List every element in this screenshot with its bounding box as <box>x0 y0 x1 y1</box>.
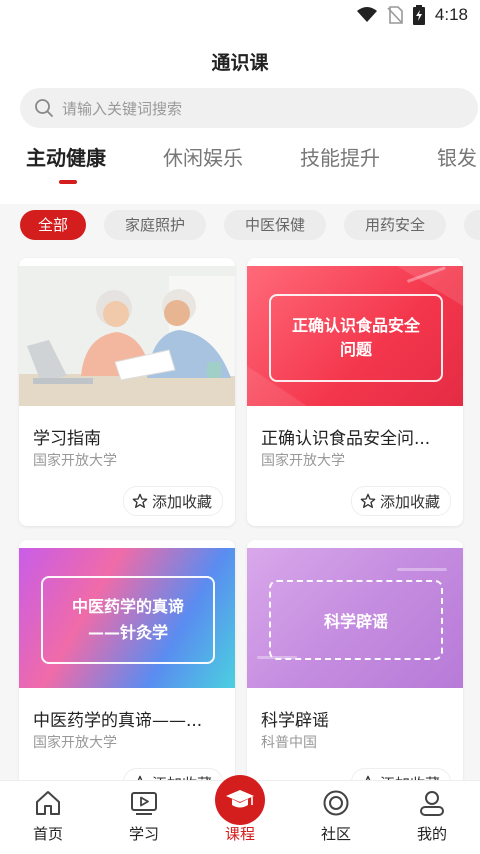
video-icon <box>131 792 157 815</box>
nav-home[interactable]: 首页 <box>0 781 96 854</box>
course-provider: 国家开放大学 <box>33 453 117 469</box>
nav-label: 我的 <box>416 825 447 843</box>
no-sim-icon <box>387 6 403 24</box>
home-icon <box>36 791 60 815</box>
course-card[interactable]: 中医药学的真谛 ——针灸学 中医药学的真谛——... 国家开放大学 添加收藏 <box>19 540 235 808</box>
thumb-title-frame: 中医药学的真谛 ——针灸学 <box>41 576 215 664</box>
thumb-title: 中医药学的真谛 ——针灸学 <box>71 597 184 642</box>
tab-leisure[interactable]: 休闲娱乐 <box>163 142 243 171</box>
search-placeholder: 请输入关键词搜索 <box>62 99 183 118</box>
add-favorite-button[interactable]: 添加收藏 <box>350 486 451 516</box>
course-provider: 国家开放大学 <box>33 735 117 751</box>
tab-indicator <box>59 180 77 184</box>
nav-label: 学习 <box>128 825 159 843</box>
course-card[interactable]: 正确认识食品安全 问题 正确认识食品安全问... 国家开放大学 添加收藏 <box>247 258 463 526</box>
star-icon <box>360 493 376 508</box>
battery-charging-icon <box>412 5 425 25</box>
nav-label: 课程 <box>224 825 255 843</box>
nav-profile[interactable]: 我的 <box>384 781 480 854</box>
thumb-title: 科学辟谣 <box>323 612 388 631</box>
course-title: 正确认识食品安全问... <box>261 429 431 449</box>
chip-all[interactable]: 全部 <box>20 210 86 240</box>
nav-label: 首页 <box>32 825 63 843</box>
nav-study[interactable]: 学习 <box>96 781 192 854</box>
chip-tcm[interactable]: 中医保健 <box>224 210 326 240</box>
course-provider: 国家开放大学 <box>261 453 345 469</box>
search-icon <box>35 99 53 117</box>
course-title: 科学辟谣 <box>261 711 329 731</box>
nav-label: 社区 <box>320 825 351 843</box>
chip-medication-safety[interactable]: 用药安全 <box>344 210 446 240</box>
header: 通识课 请输入关键词搜索 主动健康 休闲娱乐 技能提升 银发 <box>0 32 480 204</box>
graduation-cap-icon <box>226 790 254 808</box>
clock: 4:18 <box>434 5 468 24</box>
community-icon <box>323 790 349 816</box>
chip-home-care[interactable]: 家庭照护 <box>104 210 206 240</box>
thumb-title-frame: 科学辟谣 <box>269 580 443 660</box>
search-input[interactable]: 请输入关键词搜索 <box>20 88 478 128</box>
category-tabs: 主动健康 休闲娱乐 技能提升 银发 <box>0 142 480 194</box>
chip-more[interactable] <box>464 210 480 240</box>
status-bar: 4:18 <box>0 0 480 32</box>
page-title: 通识课 <box>211 52 269 74</box>
course-provider: 科普中国 <box>261 735 317 751</box>
tab-active-health[interactable]: 主动健康 <box>26 142 106 171</box>
course-thumbnail: 科学辟谣 <box>247 548 463 688</box>
course-thumbnail: 正确认识食品安全 问题 <box>247 266 463 406</box>
tab-silver[interactable]: 银发 <box>437 142 477 171</box>
star-icon <box>132 493 148 508</box>
course-title: 学习指南 <box>33 429 101 449</box>
tab-skills[interactable]: 技能提升 <box>300 142 380 171</box>
course-thumbnail <box>19 266 235 406</box>
course-card[interactable]: 学习指南 国家开放大学 添加收藏 <box>19 258 235 526</box>
filter-chips: 全部 家庭照护 中医保健 用药安全 <box>0 204 480 244</box>
nav-courses[interactable]: 课程 <box>192 775 288 854</box>
course-title: 中医药学的真谛——... <box>33 711 203 731</box>
course-card[interactable]: 科学辟谣 科学辟谣 科普中国 添加收藏 <box>247 540 463 808</box>
thumb-title-frame: 正确认识食品安全 问题 <box>269 294 443 382</box>
favorite-label: 添加收藏 <box>151 492 212 511</box>
bottom-nav: 首页 学习 课程 社区 我的 <box>0 775 480 854</box>
seniors-photo <box>19 266 235 406</box>
thumb-title: 正确认识食品安全 问题 <box>291 316 420 359</box>
profile-icon <box>420 791 444 816</box>
wifi-icon <box>356 7 377 22</box>
add-favorite-button[interactable]: 添加收藏 <box>122 486 223 516</box>
favorite-label: 添加收藏 <box>379 492 440 511</box>
courses-fab <box>215 775 265 825</box>
nav-community[interactable]: 社区 <box>288 781 384 854</box>
course-thumbnail: 中医药学的真谛 ——针灸学 <box>19 548 235 688</box>
